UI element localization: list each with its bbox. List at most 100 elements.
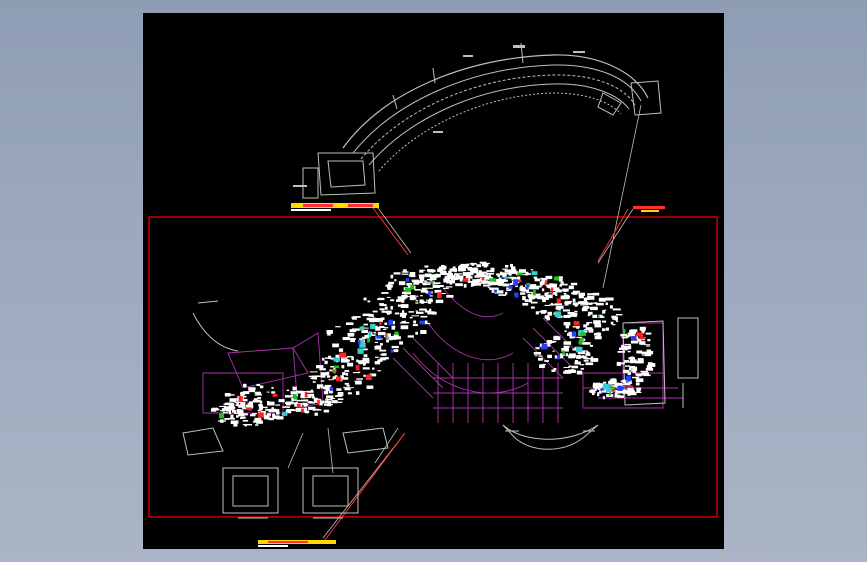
annotation-mark [420, 330, 427, 334]
annotation-mark [350, 332, 355, 336]
annotation-mark [357, 371, 361, 373]
annotation-mark [627, 372, 631, 376]
annotation-mark [300, 399, 308, 402]
accent-mark [367, 337, 371, 343]
annotation-mark [437, 285, 444, 288]
annotation-mark [580, 304, 588, 306]
accent-mark [355, 365, 360, 371]
accent-mark [556, 355, 561, 360]
annotation-mark [564, 301, 572, 305]
annotation-mark [621, 336, 628, 339]
annotation-mark [431, 311, 437, 315]
annotation-mark [530, 269, 534, 271]
annotation-mark [305, 403, 309, 406]
annotation-mark [421, 282, 425, 285]
annotation-mark [538, 355, 543, 357]
annotation-mark [394, 312, 400, 315]
site-plan-drawing [148, 42, 718, 547]
annotation-mark [252, 399, 261, 403]
annotation-mark [256, 383, 260, 386]
accent-mark [554, 311, 562, 318]
accent-mark [386, 336, 390, 341]
annotation-mark [616, 320, 619, 322]
annotation-mark [593, 386, 600, 389]
annotation-mark [612, 308, 621, 311]
annotation-mark [325, 357, 329, 359]
annotation-mark [457, 275, 463, 279]
annotation-mark [450, 276, 458, 281]
annotation-cloud [210, 261, 656, 427]
annotation-mark [565, 353, 568, 357]
annotation-mark [462, 272, 471, 276]
annotation-mark [319, 368, 326, 371]
annotation-mark [337, 398, 344, 400]
annotation-mark [627, 332, 635, 337]
annotation-mark [629, 359, 637, 364]
annotation-mark [426, 299, 430, 301]
annotation-mark [385, 284, 393, 287]
annotation-mark [420, 315, 428, 318]
annotation-mark [211, 408, 217, 410]
annotation-mark [624, 343, 631, 346]
annotation-mark [534, 355, 538, 357]
annotation-mark [367, 300, 371, 303]
accent-mark [553, 276, 559, 281]
annotation-mark [528, 296, 535, 300]
annotation-mark [428, 274, 431, 276]
annotation-mark [419, 299, 424, 304]
accent-mark [370, 323, 376, 330]
annotation-mark [490, 270, 494, 272]
annotation-mark [233, 423, 238, 427]
annotation-mark [372, 367, 375, 370]
annotation-mark [472, 279, 479, 284]
annotation-mark [424, 281, 432, 283]
annotation-mark [296, 399, 301, 402]
annotation-mark [497, 282, 502, 286]
annotation-mark [322, 357, 325, 361]
annotation-mark [326, 375, 331, 378]
annotation-mark [629, 367, 632, 370]
annotation-mark [373, 331, 377, 334]
annotation-mark [639, 341, 646, 345]
annotation-mark [424, 310, 430, 313]
annotation-mark [568, 365, 572, 368]
annotation-mark [505, 291, 508, 295]
accent-mark [301, 408, 304, 413]
accent-mark [304, 391, 308, 398]
annotation-mark [441, 265, 447, 270]
annotation-mark [351, 328, 360, 331]
annotation-mark [597, 392, 600, 397]
accent-mark [405, 278, 410, 282]
annotation-mark [626, 390, 630, 394]
cad-drawing-viewport[interactable] [143, 13, 724, 549]
accent-mark [428, 291, 432, 296]
annotation-mark [616, 395, 625, 398]
annotation-mark [530, 306, 535, 309]
accent-mark [359, 326, 365, 331]
annotation-mark [407, 296, 410, 297]
accent-mark [625, 375, 631, 382]
annotation-mark [429, 298, 433, 301]
annotation-mark [344, 382, 349, 385]
annotation-mark [583, 329, 590, 331]
accent-mark [639, 336, 646, 340]
accent-mark [390, 349, 394, 353]
annotation-mark [616, 382, 623, 386]
accent-mark [544, 280, 548, 285]
annotation-mark [415, 331, 418, 335]
annotation-mark [576, 336, 583, 338]
annotation-mark [250, 414, 256, 417]
annotation-mark [635, 391, 642, 393]
annotation-mark [386, 339, 389, 343]
annotation-mark [642, 354, 646, 356]
annotation-mark [446, 281, 454, 283]
annotation-mark [515, 285, 518, 288]
annotation-mark [292, 386, 297, 391]
annotation-mark [316, 384, 324, 388]
annotation-mark [570, 282, 578, 286]
annotation-mark [421, 278, 424, 281]
annotation-mark [621, 344, 625, 349]
annotation-mark [621, 383, 627, 385]
annotation-mark [236, 413, 244, 415]
annotation-mark [255, 424, 259, 426]
